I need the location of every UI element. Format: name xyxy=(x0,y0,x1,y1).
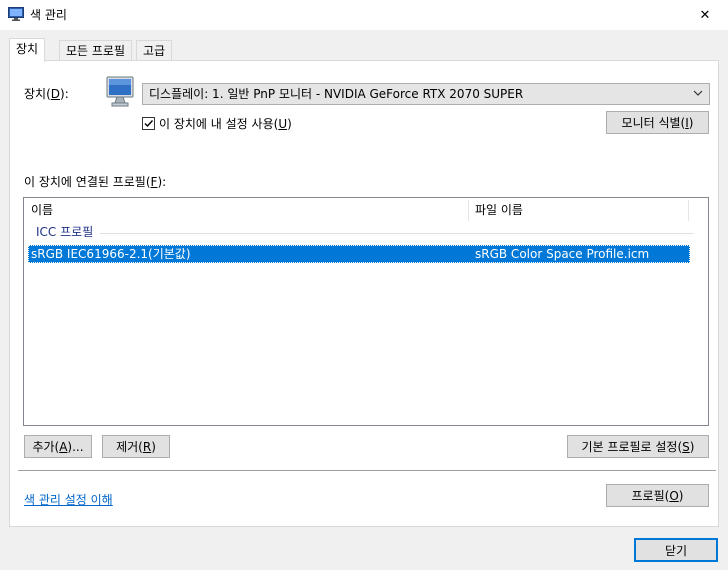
add-profile-button[interactable]: 추가(A)... xyxy=(24,435,92,458)
close-button-label: 닫기 xyxy=(664,543,688,558)
profile-name-cell: sRGB IEC61966-2.1(기본값) xyxy=(31,247,191,261)
identify-monitors-label: 모니터 식별(I) xyxy=(621,116,694,130)
profiles-button-label: 프로필(O) xyxy=(631,489,684,503)
profiles-section-label: 이 장치에 연결된 프로필(F): xyxy=(24,175,167,189)
use-my-settings-label[interactable]: 이 장치에 내 설정 사용(U) xyxy=(159,116,292,132)
set-default-profile-label: 기본 프로필로 설정(S) xyxy=(581,440,695,454)
close-button[interactable]: 닫기 xyxy=(634,538,718,562)
profiles-list[interactable]: 이름 파일 이름 ICC 프로필 sRGB IEC61966-2.1(기본값) … xyxy=(23,197,709,426)
identify-monitors-button[interactable]: 모니터 식별(I) xyxy=(606,111,709,134)
table-row[interactable]: sRGB IEC61966-2.1(기본값) sRGB Color Space … xyxy=(28,245,690,263)
group-label-icc-profiles: ICC 프로필 xyxy=(36,225,94,239)
group-divider xyxy=(100,233,694,234)
device-select-value: 디스플레이: 1. 일반 PnP 모니터 - NVIDIA GeForce RT… xyxy=(149,87,524,101)
tab-advanced[interactable]: 고급 xyxy=(136,40,173,62)
title-bar: 색 관리 ✕ xyxy=(0,0,728,30)
profiles-button[interactable]: 프로필(O) xyxy=(606,484,709,507)
column-header-file-name[interactable]: 파일 이름 xyxy=(469,199,689,222)
tab-device[interactable]: 장치 xyxy=(9,38,46,62)
add-profile-label: 추가(A)... xyxy=(32,440,84,454)
monitor-icon xyxy=(106,76,134,107)
column-header-name[interactable]: 이름 xyxy=(25,199,469,222)
chevron-down-icon xyxy=(693,90,703,96)
device-label: 장치(D): xyxy=(24,87,69,101)
color-management-app-icon xyxy=(8,7,24,21)
profile-file-cell: sRGB Color Space Profile.icm xyxy=(475,247,650,261)
tab-advanced-label: 고급 xyxy=(143,44,166,58)
window-title: 색 관리 xyxy=(30,8,67,22)
use-my-settings-checkbox[interactable] xyxy=(142,117,155,130)
tab-all-profiles-label: 모든 프로필 xyxy=(66,44,126,58)
close-icon: ✕ xyxy=(699,7,711,23)
remove-profile-label: 제거(R) xyxy=(116,440,156,454)
tab-all-profiles[interactable]: 모든 프로필 xyxy=(59,40,133,62)
checkmark-icon xyxy=(144,120,154,128)
section-divider xyxy=(18,470,716,471)
tab-device-label: 장치 xyxy=(16,42,39,56)
understand-color-settings-link[interactable]: 색 관리 설정 이해 xyxy=(24,492,113,508)
column-divider[interactable] xyxy=(688,200,689,221)
device-select[interactable]: 디스플레이: 1. 일반 PnP 모니터 - NVIDIA GeForce RT… xyxy=(142,83,710,105)
close-window-button[interactable]: ✕ xyxy=(682,0,728,30)
set-default-profile-button[interactable]: 기본 프로필로 설정(S) xyxy=(567,435,709,458)
remove-profile-button[interactable]: 제거(R) xyxy=(102,435,170,458)
